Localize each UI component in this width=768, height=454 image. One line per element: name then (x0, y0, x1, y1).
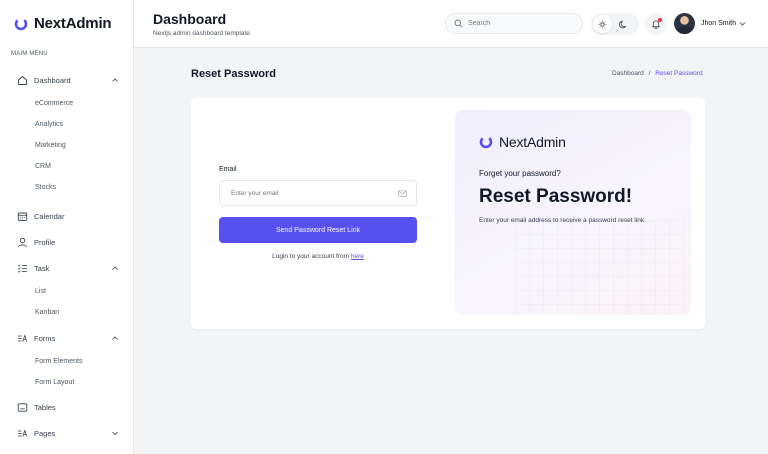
sidebar-item-label: Tables (34, 402, 56, 412)
promo-description: Enter your email address to receive a pa… (479, 217, 646, 224)
chevron-down-icon (739, 22, 746, 26)
top-header: Dashboard Nextjs admin dashboard templat… (134, 0, 768, 48)
logo-mark-icon (479, 135, 493, 149)
chevron-down-icon (112, 431, 118, 436)
task-list-icon (17, 263, 28, 274)
promo-title: Reset Password! (479, 186, 633, 207)
sun-icon (598, 20, 607, 28)
notification-dot (658, 18, 662, 22)
breadcrumb-link-dashboard[interactable]: Dashboard (612, 70, 644, 77)
sidebar-subitem-stocks[interactable]: Stocks (35, 184, 56, 191)
sidebar-subitem-ecommerce[interactable]: eCommerce (35, 100, 73, 107)
dark-mode-button[interactable] (614, 15, 633, 33)
sidebar-item-tables[interactable]: Tables (17, 400, 119, 414)
table-icon (17, 402, 28, 413)
mail-icon (398, 190, 407, 197)
moon-icon (619, 20, 627, 28)
sidebar-item-dashboard[interactable]: Dashboard (17, 73, 119, 87)
forms-icon (17, 333, 28, 344)
chevron-up-icon (112, 78, 118, 82)
logo[interactable]: NextAdmin (14, 15, 112, 32)
promo-question: Forget your password? (479, 169, 561, 178)
sidebar-subitem-list[interactable]: List (35, 288, 46, 295)
sidebar-item-label: Forms (34, 333, 56, 343)
sidebar: NextAdmin MAIM MENU Dashboard eCommerce … (0, 0, 134, 454)
sidebar-subitem-form-layout[interactable]: Form Layout (35, 379, 74, 386)
promo-panel: NextAdmin Forget your password? Reset Pa… (455, 110, 691, 315)
chevron-up-icon (112, 266, 118, 270)
promo-logo: NextAdmin (479, 134, 566, 150)
sidebar-item-calendar[interactable]: Calendar (17, 209, 119, 223)
search-input[interactable] (468, 20, 568, 27)
sidebar-item-label: Pages (34, 428, 56, 438)
logo-text: NextAdmin (34, 15, 112, 32)
search-icon (454, 19, 463, 28)
sidebar-item-label: Profile (34, 237, 56, 247)
breadcrumb: Dashboard / Reset Password (612, 70, 703, 77)
sidebar-subitem-marketing[interactable]: Marketing (35, 142, 66, 149)
avatar (674, 13, 695, 34)
logo-mark-icon (14, 17, 28, 30)
sidebar-subitem-analytics[interactable]: Analytics (35, 121, 63, 128)
login-prompt: Login to your account from here (219, 253, 417, 260)
header-title: Dashboard (153, 11, 227, 27)
pages-icon (17, 428, 28, 439)
sidebar-item-pages[interactable]: Pages (17, 426, 119, 440)
login-link[interactable]: here (351, 253, 364, 260)
user-name: Jhon Smith (701, 20, 737, 27)
breadcrumb-current: Reset Password (655, 70, 703, 77)
email-field[interactable] (219, 180, 417, 206)
header-subtitle: Nextjs admin dashboard template (153, 30, 250, 37)
sidebar-item-label: Dashboard (34, 75, 71, 85)
send-reset-link-button[interactable]: Send Password Reset Link (219, 217, 417, 243)
theme-toggle[interactable] (591, 13, 639, 35)
email-input[interactable] (231, 189, 391, 197)
sidebar-subitem-kanban[interactable]: Kanban (35, 309, 59, 316)
calendar-icon (17, 211, 28, 222)
page-title: Reset Password (191, 68, 276, 80)
email-label: Email (219, 166, 237, 173)
sidebar-item-profile[interactable]: Profile (17, 235, 119, 249)
breadcrumb-separator: / (648, 70, 651, 77)
search-box[interactable] (445, 13, 583, 34)
home-icon (17, 75, 28, 86)
sidebar-subitem-crm[interactable]: CRM (35, 163, 51, 170)
light-mode-button[interactable] (593, 15, 612, 33)
menu-heading: MAIM MENU (11, 51, 48, 57)
notification-button[interactable] (645, 13, 667, 35)
sidebar-item-task[interactable]: Task (17, 261, 119, 275)
sidebar-subitem-form-elements[interactable]: Form Elements (35, 358, 82, 365)
sidebar-item-label: Calendar (34, 211, 65, 221)
user-menu[interactable]: Jhon Smith (674, 13, 746, 34)
chevron-up-icon (112, 336, 118, 340)
promo-grid-decoration (515, 220, 685, 315)
sidebar-item-forms[interactable]: Forms (17, 331, 119, 345)
user-icon (17, 237, 28, 248)
login-text: Login to your account from (272, 253, 350, 260)
reset-password-card: Email Send Password Reset Link Login to … (191, 97, 705, 329)
sidebar-item-label: Task (34, 263, 50, 273)
promo-logo-text: NextAdmin (499, 134, 566, 150)
